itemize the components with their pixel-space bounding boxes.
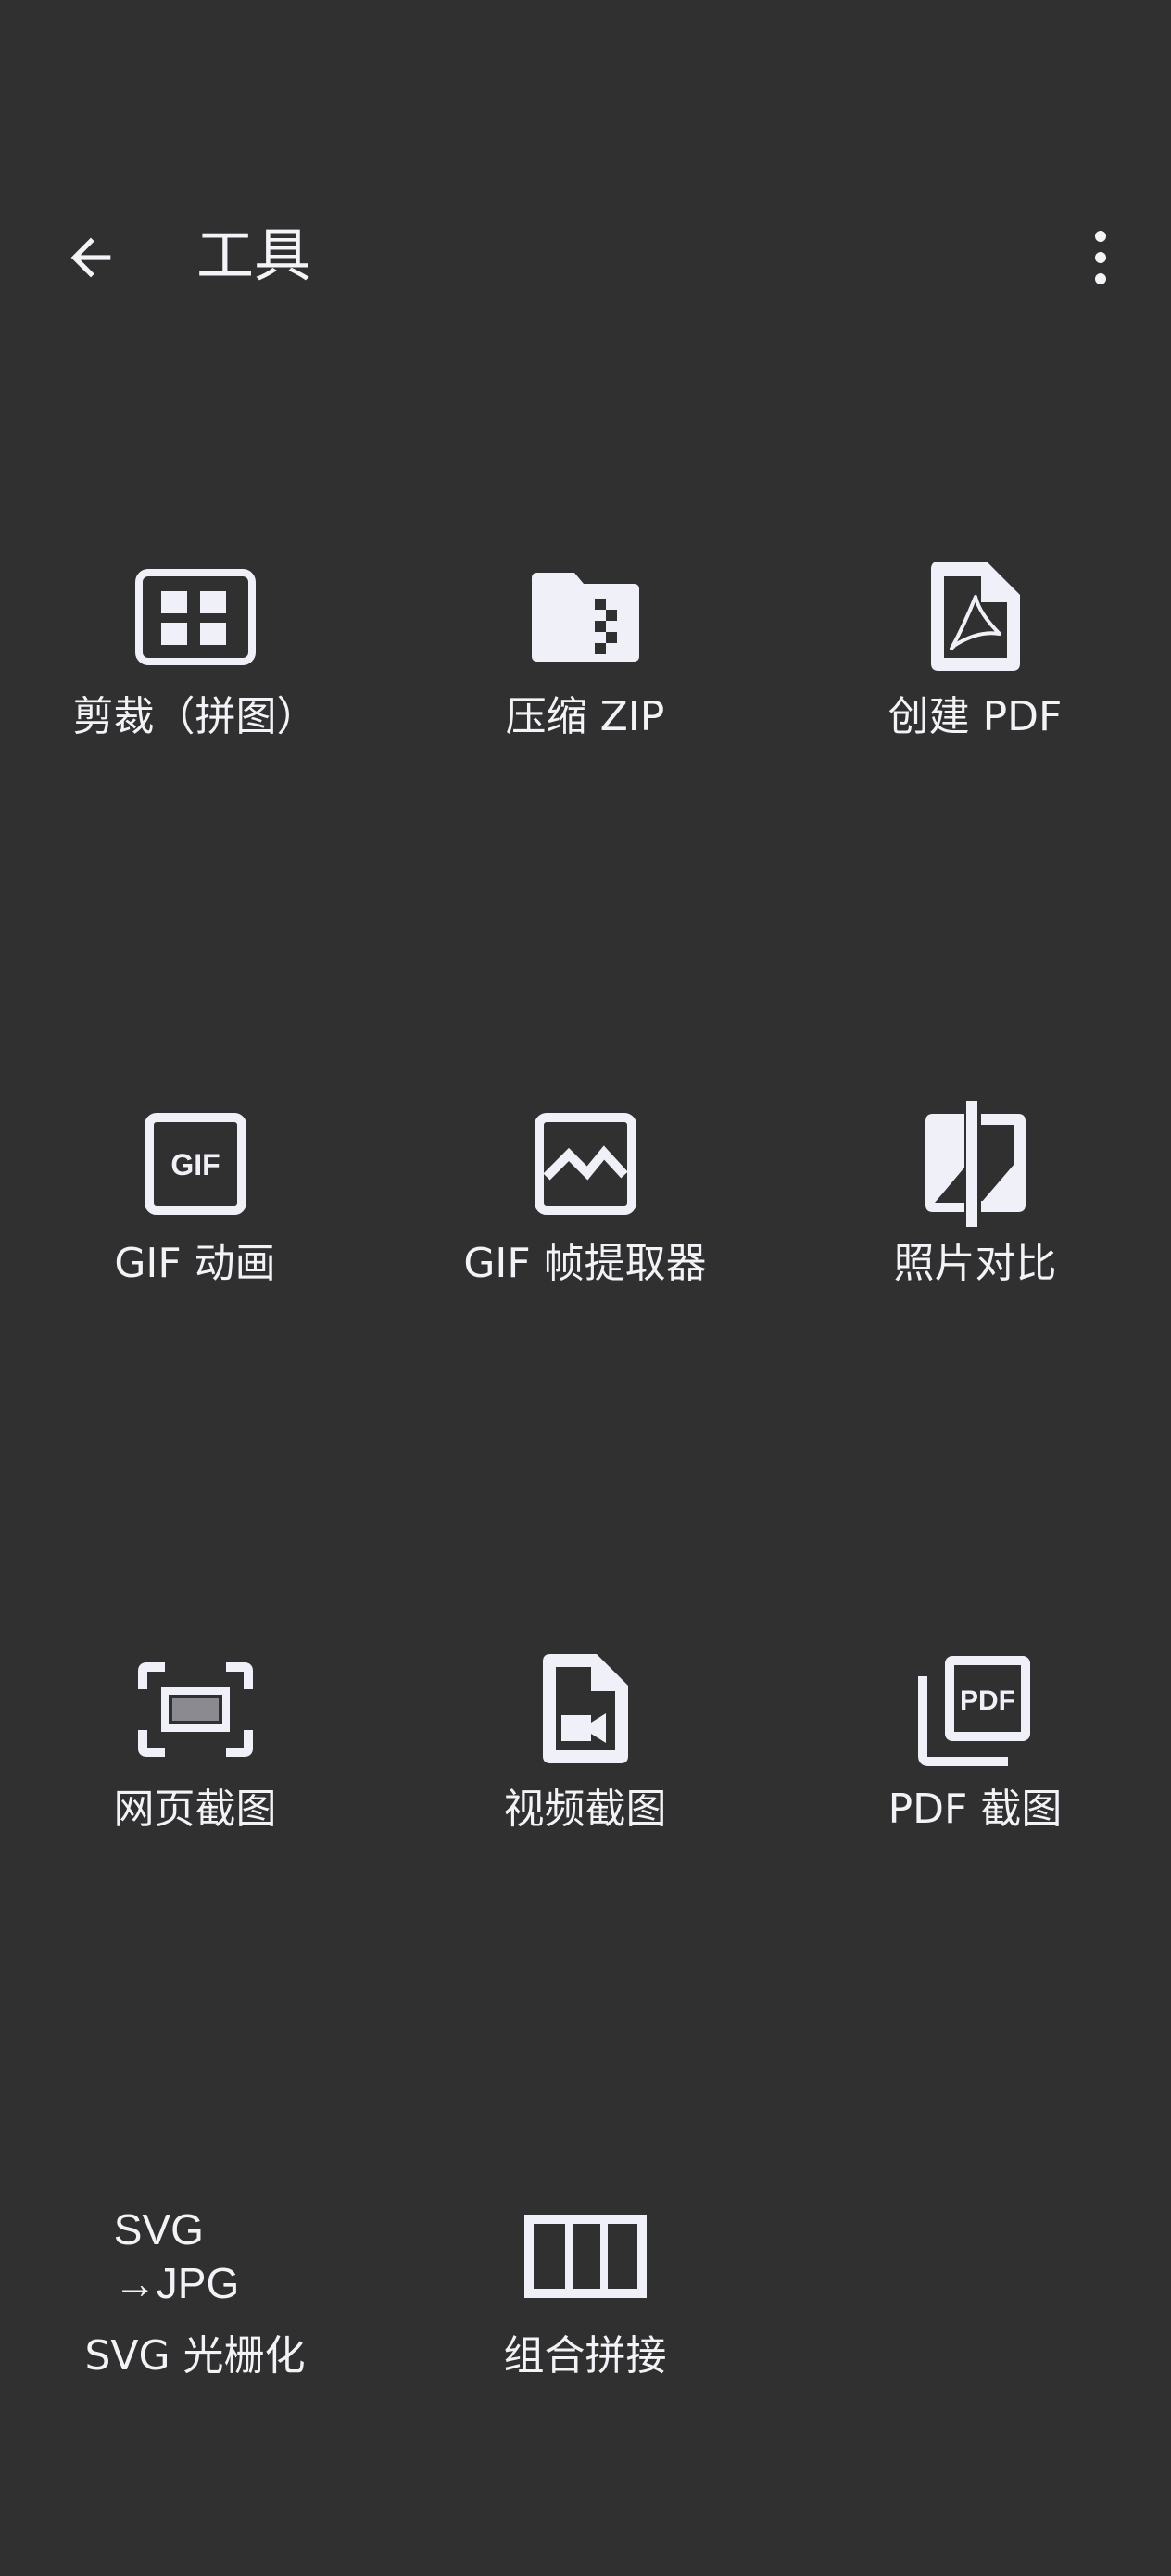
grid-crop-icon: [134, 569, 256, 665]
video-file-icon: [542, 1654, 628, 1763]
pdf-file-icon: [930, 562, 1020, 671]
tool-photo-compare[interactable]: 照片对比: [780, 1099, 1170, 1377]
tool-pdf-screenshot[interactable]: PDF PDF 截图: [780, 1645, 1170, 1923]
tool-label: PDF 截图: [888, 1786, 1063, 1833]
tool-gif-animation[interactable]: GIF GIF 动画: [0, 1099, 390, 1377]
app-bar: 工具: [0, 0, 1171, 389]
svg-icon-line-1: SVG: [113, 2205, 204, 2254]
tool-label: 压缩 ZIP: [505, 693, 665, 740]
tool-gif-frame-extractor[interactable]: GIF 帧提取器: [390, 1099, 780, 1377]
tool-label: 视频截图: [503, 1786, 667, 1833]
svg-icon-line-2: →JPG: [113, 2259, 240, 2307]
tool-video-screenshot[interactable]: 视频截图: [390, 1645, 780, 1923]
pdf-stack-icon: PDF: [917, 1656, 1030, 1766]
compare-icon: [925, 1101, 1026, 1227]
screenshot-icon: [137, 1662, 253, 1757]
tool-svg-rasterize[interactable]: SVG →JPG SVG 光栅化: [0, 2191, 390, 2469]
svg-text:PDF: PDF: [960, 1686, 1015, 1716]
arrow-left-icon: [70, 237, 111, 278]
gif-icon: GIF: [144, 1113, 246, 1215]
tool-label: GIF 帧提取器: [463, 1240, 707, 1287]
svg-to-jpg-icon: SVG →JPG: [0, 2191, 390, 2321]
tool-label: 剪裁（拼图）: [72, 693, 318, 740]
tool-web-screenshot[interactable]: 网页截图: [0, 1645, 390, 1923]
tool-zip[interactable]: 压缩 ZIP: [390, 552, 780, 830]
zip-folder-icon: [531, 573, 639, 662]
tool-label: 照片对比: [893, 1240, 1057, 1287]
tool-create-pdf[interactable]: 创建 PDF: [780, 552, 1170, 830]
columns-icon: [523, 2215, 647, 2298]
tool-crop-puzzle[interactable]: 剪裁（拼图）: [0, 552, 390, 830]
tool-label: 组合拼接: [503, 2332, 667, 2380]
tool-label: 网页截图: [113, 1786, 277, 1833]
tool-label: GIF 动画: [114, 1240, 276, 1287]
tool-label: SVG 光栅化: [84, 2332, 306, 2380]
tool-combine-stitch[interactable]: 组合拼接: [390, 2191, 780, 2469]
page-title: 工具: [196, 221, 312, 289]
tool-label: 创建 PDF: [888, 693, 1063, 740]
image-frame-icon: [534, 1113, 636, 1215]
more-options-button[interactable]: [1054, 211, 1147, 304]
back-button[interactable]: [44, 211, 137, 304]
svg-text:GIF: GIF: [170, 1148, 220, 1181]
more-vert-icon: [1095, 231, 1106, 284]
